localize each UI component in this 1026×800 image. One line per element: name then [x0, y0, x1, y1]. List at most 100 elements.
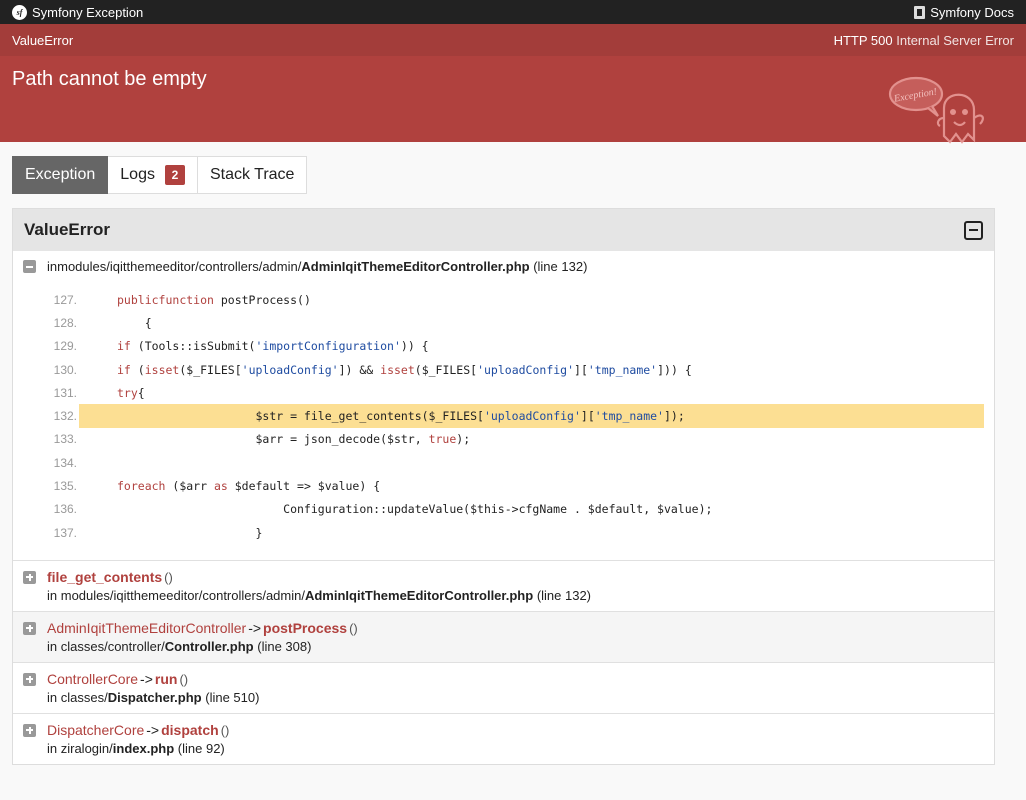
file-path: modules/iqitthemeeditor/controllers/admi…: [57, 259, 302, 274]
status-text: Internal Server Error: [896, 32, 1014, 48]
code-line: 129. if (Tools::isSubmit('importConfigur…: [23, 335, 984, 358]
trace-title: ValueError: [24, 220, 110, 239]
brand-title: Symfony Exception: [32, 4, 144, 20]
line-number: 129.: [53, 339, 77, 354]
code-line-highlighted: 132. $str = file_get_contents($_FILES['u…: [23, 404, 984, 428]
line-number: 127.: [53, 292, 77, 307]
line-number: 136.: [53, 502, 77, 517]
http-status: HTTP 500 Internal Server Error: [834, 33, 1014, 48]
book-icon: [914, 5, 926, 19]
code-excerpt: 127. public function postProcess() 128. {…: [23, 288, 984, 544]
trace-frame-2[interactable]: AdminIqitThemeEditorController -> postProc…: [13, 612, 994, 664]
brand: sf Symfony Exception: [12, 4, 144, 20]
expand-icon[interactable]: [23, 672, 36, 686]
line-number: 137.: [53, 525, 77, 540]
line-number: 135.: [53, 479, 77, 494]
file-path: classes/: [60, 690, 108, 706]
trace-frame-0: in modules/iqitthemeeditor/controllers/a…: [13, 251, 994, 562]
expand-icon[interactable]: [23, 570, 36, 584]
tab-exception[interactable]: Exception: [12, 156, 109, 194]
source-text: if (Tools::isSubmit('importConfiguration…: [117, 339, 429, 354]
trace-header: ValueError: [13, 209, 994, 251]
call-arrow: ->: [140, 671, 153, 688]
file-path: ziralogin/: [60, 741, 113, 757]
frame-call: AdminIqitThemeEditorController -> postProc…: [23, 620, 984, 636]
file-name: AdminIqitThemeEditorController.php: [304, 588, 534, 604]
source-text: try{: [117, 385, 145, 400]
exception-class: ValueError: [12, 32, 74, 48]
tab-stack-trace[interactable]: Stack Trace: [197, 156, 308, 194]
code-line: 134.: [23, 451, 984, 474]
expand-icon[interactable]: [23, 723, 36, 737]
frame-call: ControllerCore -> run(): [23, 671, 984, 687]
top-bar: sf Symfony Exception Symfony Docs: [0, 0, 1026, 24]
frame-function: postProcess: [263, 620, 348, 637]
source-text: public function postProcess(): [117, 292, 311, 307]
code-line: 133. $arr = json_decode($str, true);: [23, 428, 984, 451]
logs-count-badge: 2: [164, 165, 185, 185]
exception-ghost-icon: Exception!: [888, 76, 984, 144]
line-number: 132.: [53, 409, 77, 424]
file-name: Controller.php: [164, 639, 254, 655]
code-line: 131. try{: [23, 381, 984, 404]
source-text: }: [117, 525, 263, 540]
exception-header: ValueError HTTP 500 Internal Server Erro…: [0, 24, 1026, 144]
line-number: (line 132): [536, 588, 592, 604]
frame-args: (): [179, 671, 189, 687]
code-line: 127. public function postProcess(): [23, 288, 984, 311]
file-path: classes/controller/: [60, 639, 165, 655]
frame-args: (): [220, 722, 230, 738]
in-label: in: [47, 741, 61, 757]
frame-function: run: [154, 671, 178, 688]
collapse-icon[interactable]: [23, 260, 36, 273]
tab-logs[interactable]: Logs 2: [108, 156, 198, 194]
file-name: Dispatcher.php: [107, 690, 202, 706]
source-text: {: [117, 315, 152, 330]
line-number: 131.: [53, 385, 77, 400]
file-name: AdminIqitThemeEditorController.php: [301, 259, 530, 274]
exception-message: Path cannot be empty: [12, 68, 207, 90]
docs-label: Symfony Docs: [930, 4, 1014, 20]
code-line: 128. {: [23, 311, 984, 334]
source-text: $arr = json_decode($str, true);: [117, 432, 471, 447]
tab-bar: Exception Logs 2 Stack Trace: [12, 156, 1014, 194]
line-number: (line 308): [257, 639, 312, 655]
trace-panel: ValueError in modules/iqitthemeeditor/co…: [12, 208, 995, 766]
trace-frame-1[interactable]: file_get_contents() in modules/iqitthemee…: [13, 561, 994, 613]
symfony-docs-link[interactable]: Symfony Docs: [914, 5, 1014, 20]
code-line: 130. if (isset ($_FILES['uploadConfig']) …: [23, 358, 984, 381]
line-number: 128.: [53, 315, 77, 330]
expand-icon[interactable]: [23, 621, 36, 635]
in-label: in: [47, 690, 61, 706]
frame-location: in ziralogin/index.php (line 92): [23, 741, 984, 756]
source-text: [79, 451, 984, 474]
frame-location: in modules/iqitthemeeditor/controllers/a…: [23, 588, 984, 603]
line-number: (line 92): [177, 741, 225, 757]
frame-class: AdminIqitThemeEditorController: [47, 620, 247, 637]
source-text: $str = file_get_contents($_FILES['upload…: [79, 404, 984, 428]
line-number: (line 510): [205, 690, 260, 706]
in-label: in: [47, 639, 61, 655]
code-line: 137. }: [23, 521, 984, 544]
frame-call: file_get_contents(): [23, 569, 984, 585]
line-number: (line 132): [533, 259, 588, 274]
in-label: in: [47, 588, 61, 604]
file-name: index.php: [112, 741, 175, 757]
frame-function: file_get_contents: [47, 569, 163, 586]
trace-frame-4[interactable]: DispatcherCore -> dispatch() in ziralogin/i…: [13, 714, 994, 764]
frame-args: (): [349, 620, 358, 636]
line-number: 133.: [53, 432, 77, 447]
code-line: 136. Configuration::updateValue($this->c…: [23, 498, 984, 521]
exception-meta: ValueError HTTP 500 Internal Server Erro…: [0, 24, 1026, 56]
frame-location: in modules/iqitthemeeditor/controllers/a…: [23, 259, 984, 274]
file-path: modules/iqitthemeeditor/controllers/admi…: [60, 588, 305, 604]
call-arrow: ->: [146, 722, 160, 739]
call-arrow: ->: [248, 620, 262, 637]
collapse-all-icon[interactable]: [964, 220, 983, 240]
symfony-logo-icon: sf: [12, 4, 27, 20]
frame-location: in classes/controller/Controller.php (li…: [23, 639, 984, 654]
trace-frame-3[interactable]: ControllerCore -> run() in classes/Dispatch…: [13, 663, 994, 715]
source-text: foreach ($arr as $default => $value) {: [117, 479, 381, 494]
frame-args: (): [164, 569, 173, 585]
status-code: HTTP 500: [833, 32, 893, 48]
